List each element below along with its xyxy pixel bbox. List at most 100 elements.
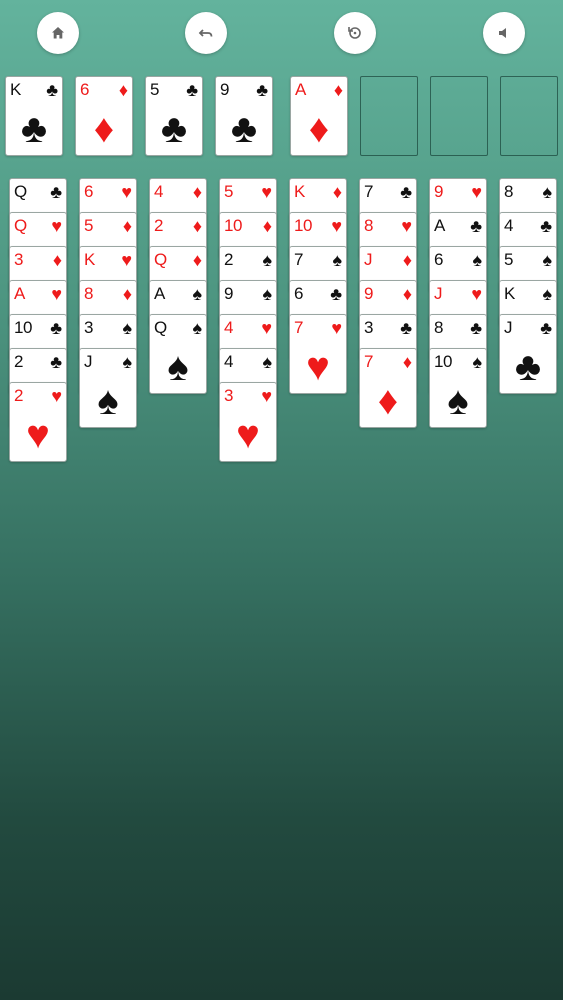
card-rank: J (84, 352, 93, 371)
card-rank: K (10, 80, 21, 99)
card-suit-small: ♦ (262, 216, 272, 236)
playing-card[interactable]: 9 ♣ ♣ (215, 76, 273, 156)
card-rank: 10 (224, 216, 242, 235)
card-rank: 3 (14, 250, 23, 269)
card-suit-small: ♥ (51, 386, 62, 406)
foundation-slot[interactable] (360, 76, 418, 156)
card-suit-small: ♠ (262, 352, 272, 372)
card-suit-large: ♠ (97, 379, 119, 423)
card-suit-large: ♣ (160, 107, 188, 151)
card-suit-large: ♣ (514, 345, 542, 389)
card-rank: 9 (364, 284, 373, 303)
playing-card[interactable]: J ♠ ♠ (79, 348, 137, 428)
playing-card[interactable]: 6 ♦ ♦ (75, 76, 133, 156)
card-rank: 8 (84, 284, 93, 303)
card-rank: 4 (224, 318, 233, 337)
freecell-slot[interactable]: 6 ♦ ♦ (75, 76, 133, 156)
card-rank: 3 (224, 386, 233, 405)
card-rank: J (504, 318, 513, 337)
card-rank: 3 (84, 318, 93, 337)
card-rank: J (434, 284, 443, 303)
card-rank: 8 (364, 216, 373, 235)
card-rank: 2 (154, 216, 163, 235)
playing-card[interactable]: K ♣ ♣ (5, 76, 63, 156)
card-suit-small: ♠ (192, 284, 202, 304)
card-suit-small: ♠ (542, 284, 552, 304)
card-suit-small: ♦ (402, 284, 412, 304)
card-suit-small: ♦ (402, 352, 412, 372)
card-rank: 7 (364, 352, 373, 371)
playing-card[interactable]: J ♣ ♣ (499, 314, 557, 394)
sound-button[interactable] (483, 12, 525, 54)
card-suit-small: ♣ (50, 318, 62, 338)
card-rank: 4 (154, 182, 163, 201)
card-rank: K (504, 284, 515, 303)
freecell-slot[interactable]: K ♣ ♣ (5, 76, 63, 156)
playing-card[interactable]: 2 ♥ ♥ (9, 382, 67, 462)
playing-card[interactable]: A ♦ ♦ (290, 76, 348, 156)
card-suit-small: ♠ (122, 352, 132, 372)
card-rank: 6 (84, 182, 93, 201)
card-suit-small: ♠ (542, 250, 552, 270)
card-suit-small: ♦ (333, 80, 343, 100)
card-suit-small: ♣ (400, 318, 412, 338)
card-suit-small: ♣ (470, 318, 482, 338)
card-rank: A (154, 284, 165, 303)
card-suit-large: ♦ (308, 107, 330, 151)
card-rank: A (14, 284, 25, 303)
card-suit-large: ♣ (20, 107, 48, 151)
home-button[interactable] (37, 12, 79, 54)
playing-card[interactable]: 7 ♥ ♥ (289, 314, 347, 394)
card-rank: 5 (224, 182, 233, 201)
card-rank: 2 (14, 352, 23, 371)
card-rank: 7 (294, 250, 303, 269)
card-rank: 2 (14, 386, 23, 405)
playing-card[interactable]: 10 ♠ ♠ (429, 348, 487, 428)
card-suit-small: ♥ (401, 216, 412, 236)
restart-button[interactable] (334, 12, 376, 54)
card-suit-small: ♠ (542, 182, 552, 202)
card-suit-small: ♦ (192, 182, 202, 202)
card-rank: 7 (294, 318, 303, 337)
playing-card[interactable]: Q ♠ ♠ (149, 314, 207, 394)
card-suit-small: ♣ (50, 182, 62, 202)
card-rank: 5 (150, 80, 159, 99)
card-rank: 2 (224, 250, 233, 269)
card-suit-small: ♣ (186, 80, 198, 100)
card-suit-small: ♣ (330, 284, 342, 304)
foundation-slot[interactable] (500, 76, 558, 156)
card-suit-small: ♣ (540, 318, 552, 338)
card-suit-small: ♠ (262, 284, 272, 304)
foundation-slot[interactable]: A ♦ ♦ (290, 76, 348, 156)
card-rank: 5 (504, 250, 513, 269)
card-rank: 6 (80, 80, 89, 99)
card-rank: 5 (84, 216, 93, 235)
card-suit-small: ♦ (402, 250, 412, 270)
playing-card[interactable]: 3 ♥ ♥ (219, 382, 277, 462)
card-suit-large: ♣ (230, 107, 258, 151)
restart-icon (348, 27, 361, 39)
card-rank: 3 (364, 318, 373, 337)
playing-card[interactable]: 7 ♦ ♦ (359, 348, 417, 428)
card-suit-small: ♠ (332, 250, 342, 270)
card-suit-small: ♥ (331, 318, 342, 338)
card-suit-small: ♦ (122, 284, 132, 304)
card-suit-small: ♣ (470, 216, 482, 236)
card-rank: 10 (14, 318, 32, 337)
card-suit-large: ♦ (93, 107, 115, 151)
card-suit-small: ♦ (122, 216, 132, 236)
undo-button[interactable] (185, 12, 227, 54)
foundation-slot[interactable] (430, 76, 488, 156)
card-suit-small: ♥ (471, 284, 482, 304)
card-rank: 4 (224, 352, 233, 371)
freecell-slot[interactable]: 5 ♣ ♣ (145, 76, 203, 156)
card-suit-small: ♥ (261, 182, 272, 202)
card-rank: Q (154, 318, 167, 337)
speaker-icon (499, 28, 506, 38)
playing-card[interactable]: 5 ♣ ♣ (145, 76, 203, 156)
card-rank: 6 (294, 284, 303, 303)
card-rank: 9 (434, 182, 443, 201)
card-rank: A (295, 80, 306, 99)
freecell-slot[interactable]: 9 ♣ ♣ (215, 76, 273, 156)
card-suit-large: ♥ (236, 413, 260, 457)
